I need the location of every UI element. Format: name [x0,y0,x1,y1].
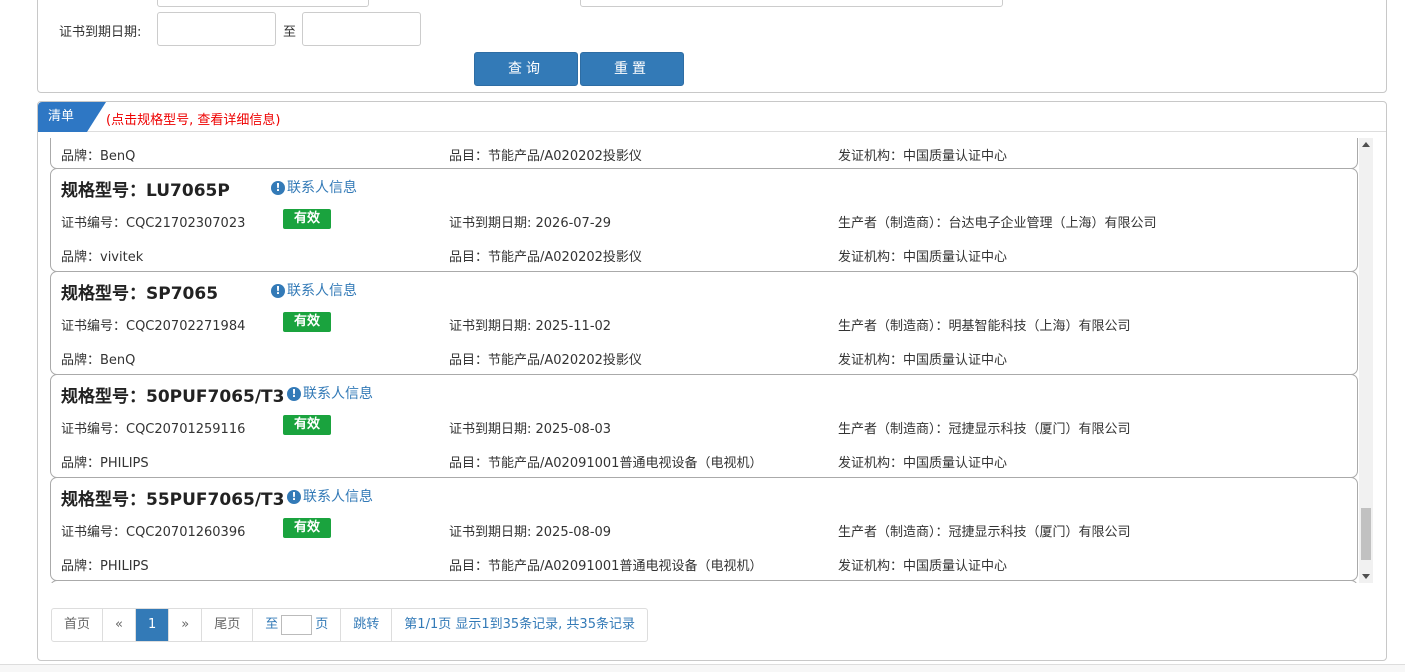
first-page-button[interactable]: 首页 [52,609,104,641]
scroll-down-arrow-icon[interactable] [1362,574,1370,579]
manufacturer-text: 生产者（制造商）：台达电子企业管理（上海）有限公司 [838,216,1157,231]
last-page-button[interactable]: 尾页 [202,609,254,641]
expiry-text: 证书到期日期: 2025-11-02 [449,319,612,334]
expiry-text: 证书到期日期: 2026-07-29 [449,216,612,231]
contact-info-label: 联系人信息 [303,489,373,505]
info-icon: ! [271,284,285,298]
cert-number-text: 证书编号：CQC20702271984 [61,319,246,334]
goto-prefix: 至 [265,617,279,632]
expiry-date-label: 证书到期日期: [59,25,142,40]
results-scroll-area[interactable]: 品牌：BenQ 品目：节能产品/A020202投影仪 发证机构：中国质量认证中心… [50,138,1374,583]
category-text: 品目：节能产品/A020202投影仪 [449,250,642,265]
page-summary: 第1/1页 显示1到35条记录, 共35条记录 [404,617,635,632]
info-icon: ! [287,490,301,504]
expiry-text: 证书到期日期: 2025-08-03 [449,422,612,437]
contact-info-link[interactable]: ! 联系人信息 [271,177,357,197]
issuer-text: 发证机构：中国质量认证中心 [838,250,1008,265]
contact-info-link[interactable]: ! 联系人信息 [287,383,373,403]
issuer-text: 发证机构：中国质量认证中心 [838,353,1008,368]
model-link[interactable]: 规格型号：SP7065 [61,279,218,304]
category-text: 品目：节能产品/A020202投影仪 [449,353,642,368]
status-badge: 有效 [283,209,331,229]
scroll-up-arrow-icon[interactable] [1362,142,1370,147]
goto-suffix: 页 [315,617,329,632]
model-link[interactable]: 规格型号：55PUF7065/T3 [61,485,284,510]
prev-page-button[interactable]: « [103,609,136,641]
next-page-button[interactable]: » [169,609,203,641]
info-icon: ! [287,387,301,401]
category-text: 品目：节能产品/A02091001普通电视设备（电视机） [449,456,763,471]
expiry-text: 证书到期日期: 2025-08-09 [449,525,612,540]
results-list: 品牌：BenQ 品目：节能产品/A020202投影仪 发证机构：中国质量认证中心… [50,138,1358,583]
top-input-right[interactable] [580,0,1003,7]
contact-info-link[interactable]: ! 联系人信息 [287,486,373,506]
list-header: 清单 (点击规格型号, 查看详细信息) [38,102,1386,132]
expiry-date-to-label: 至 [283,25,297,40]
brand-text: 品牌：BenQ [61,149,136,164]
page: 证书到期日期: 至 查询 重置 清单 (点击规格型号, 查看详细信息) 品牌：B… [0,0,1405,672]
scroll-thumb[interactable] [1361,508,1371,560]
brand-text: 品牌：BenQ [61,353,136,368]
category-text: 品目：节能产品/A02091001普通电视设备（电视机） [449,559,763,574]
expiry-date-end-input[interactable] [302,12,421,46]
model-link[interactable]: 规格型号：50PUF7065/T3 [61,382,284,407]
manufacturer-text: 生产者（制造商）：冠捷显示科技（厦门）有限公司 [838,525,1131,540]
status-badge: 有效 [283,518,331,538]
result-card-partial [50,580,1358,583]
cert-number-text: 证书编号：CQC20701259116 [61,422,246,437]
list-tab[interactable]: 清单 [38,102,106,132]
cert-number-text: 证书编号：CQC20701260396 [61,525,246,540]
goto-page-group: 至页 [253,609,342,641]
issuer-text: 发证机构：中国质量认证中心 [838,456,1008,471]
status-badge: 有效 [283,312,331,332]
result-card: 规格型号：LU7065P ! 联系人信息 证书编号：CQC21702307023 … [50,168,1358,272]
model-link[interactable]: 规格型号：LU7065P [61,176,230,201]
pagination: 首页 « 1 » 尾页 至页 跳转 第1/1页 显示1到35条记录, 共35条记… [51,608,648,642]
jump-button[interactable]: 跳转 [341,609,393,641]
contact-info-label: 联系人信息 [287,283,357,299]
issuer-text: 发证机构：中国质量认证中心 [838,149,1008,164]
brand-text: 品牌：PHILIPS [61,559,149,574]
brand-text: 品牌：PHILIPS [61,456,149,471]
result-card-partial: 品牌：BenQ 品目：节能产品/A020202投影仪 发证机构：中国质量认证中心 [50,138,1358,169]
query-button[interactable]: 查询 [474,52,578,86]
goto-page-input[interactable] [281,614,313,635]
status-badge: 有效 [283,415,331,435]
result-card: 规格型号：50PUF7065/T3 ! 联系人信息 证书编号：CQC2070125… [50,374,1358,478]
top-input-left[interactable] [157,0,369,7]
expiry-date-start-input[interactable] [157,12,276,46]
issuer-text: 发证机构：中国质量认证中心 [838,559,1008,574]
result-card: 规格型号：SP7065 ! 联系人信息 证书编号：CQC20702271984 有… [50,271,1358,375]
manufacturer-text: 生产者（制造商）：冠捷显示科技（厦门）有限公司 [838,422,1131,437]
contact-info-label: 联系人信息 [303,386,373,402]
contact-info-link[interactable]: ! 联系人信息 [271,280,357,300]
info-icon: ! [271,181,285,195]
result-card: 规格型号：55PUF7065/T3 ! 联系人信息 证书编号：CQC2070126… [50,477,1358,581]
brand-text: 品牌：vivitek [61,250,144,265]
browser-status-bar [0,664,1405,672]
results-scrollbar[interactable] [1359,138,1373,583]
contact-info-label: 联系人信息 [287,180,357,196]
manufacturer-text: 生产者（制造商）：明基智能科技（上海）有限公司 [838,319,1131,334]
category-text: 品目：节能产品/A020202投影仪 [449,149,642,164]
page-1-button[interactable]: 1 [135,609,170,641]
reset-button[interactable]: 重置 [580,52,684,86]
list-hint: (点击规格型号, 查看详细信息) [106,113,281,128]
list-panel: 清单 (点击规格型号, 查看详细信息) 品牌：BenQ 品目：节能产品/A020… [37,101,1387,661]
cert-number-text: 证书编号：CQC21702307023 [61,216,246,231]
